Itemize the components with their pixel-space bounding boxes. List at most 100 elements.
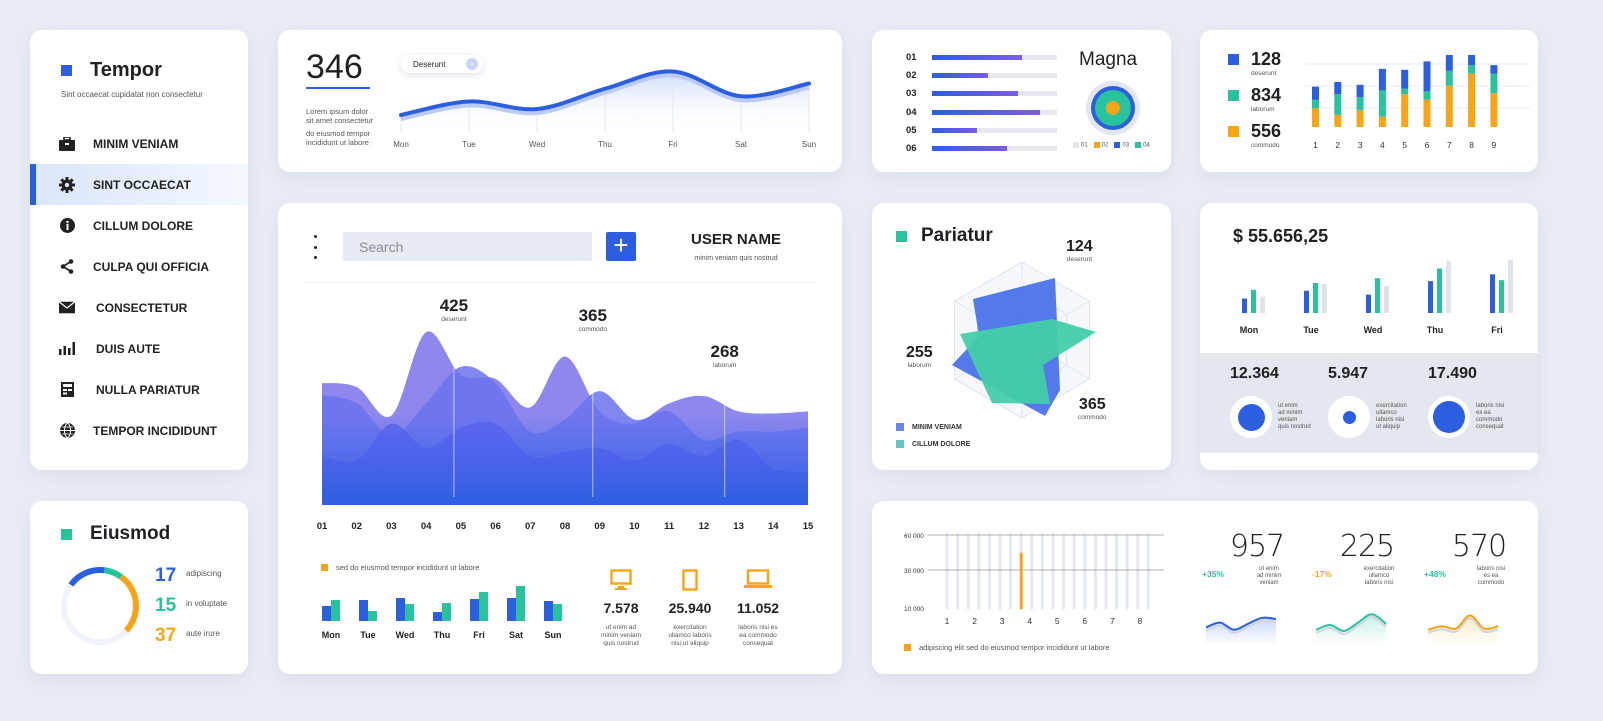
device-stat: 7.578 ut enim ad minim veniam quis nostrud xyxy=(581,569,661,648)
desc-line: exercitation xyxy=(1376,403,1407,409)
stat-label: in voluptate xyxy=(186,599,227,608)
weekly-x-label: Thu xyxy=(598,140,612,149)
stacked-x-label: 9 xyxy=(1492,140,1497,150)
desc-line: ea commodo xyxy=(739,632,777,639)
stacked-segment-laborum xyxy=(1445,70,1453,86)
stacked-bar-chart: 1 2 3 4 5 6 7 8 9 xyxy=(1305,55,1530,150)
weekly-x-label: Mon xyxy=(393,140,409,149)
share-icon xyxy=(59,259,75,275)
legend-label: commodo xyxy=(1251,142,1280,149)
stat-dot xyxy=(1237,403,1265,431)
weekday-bar-blue xyxy=(544,601,553,621)
weekday-bar-teal xyxy=(405,604,414,621)
weekly-x-label: Sat xyxy=(735,140,748,149)
sidebar-item-consectetur[interactable]: CONSECTETUR xyxy=(30,287,248,328)
desc-line: consequat xyxy=(743,640,773,647)
stat-value: 15 xyxy=(155,595,177,616)
legend-text: 128 deserunt xyxy=(1251,50,1281,77)
sidebar-item-culpa-qui-officia[interactable]: CULPA QUI OFFICIA xyxy=(30,246,248,287)
desc-line: ad minim xyxy=(1278,410,1303,416)
money-x-label: Fri xyxy=(1491,325,1503,335)
hbar-track xyxy=(932,109,1057,115)
money-bar-teal xyxy=(1313,283,1318,313)
label-value: 124 xyxy=(1066,238,1093,255)
legend-swatch xyxy=(1228,126,1239,137)
ring-segment-0 xyxy=(68,567,105,587)
eiusmod-ring-chart xyxy=(61,567,139,645)
desc-line: laboris nisi xyxy=(1364,580,1394,586)
desc-line: veniam xyxy=(1278,417,1298,423)
sidebar-item-duis-aute[interactable]: DUIS AUTE xyxy=(30,328,248,369)
money-bar-teal xyxy=(1251,289,1256,313)
sidebar-item-cillum-dolore[interactable]: CILLUM DOLORE xyxy=(30,205,248,246)
dot xyxy=(313,256,317,259)
stacked-card: 128 deserunt 834 laborum 556 commodo 1 2 3 4 5 6 7 8… xyxy=(1200,30,1538,172)
kpi: 570 +48% laboris nisi es ea commodo xyxy=(1424,529,1534,645)
stacked-segment-laborum xyxy=(1468,65,1476,74)
legend-label: adipiscing elit sed do eiusmod tempor in… xyxy=(919,643,1110,652)
more-menu-button[interactable] xyxy=(312,235,318,259)
sidebar-item-label: DUIS AUTE xyxy=(96,341,161,356)
kpi-value: 957 xyxy=(1229,529,1285,564)
weekday-bar-teal xyxy=(479,592,488,621)
laptop-icon xyxy=(718,569,798,593)
pariatur-header: Pariatur xyxy=(896,225,993,247)
brand-title: Tempor xyxy=(90,59,162,81)
legend-swatch xyxy=(1093,142,1100,148)
stacked-segment-laborum xyxy=(1378,90,1386,117)
peak-value: 268 xyxy=(710,342,738,361)
hbar-label: 05 xyxy=(906,124,917,136)
kpi-change: +48% xyxy=(1424,569,1446,579)
money-bar-gray xyxy=(1384,285,1389,313)
stat-ring xyxy=(1328,396,1370,438)
sidebar-item-tempor-incididunt[interactable]: TEMPOR INCIDIDUNT xyxy=(30,410,248,451)
stat-dot xyxy=(1433,401,1465,433)
radar-label-laborum: 255 laborum xyxy=(906,344,933,369)
desc-line: ut enim ad xyxy=(605,624,637,631)
desc-line: quis nostrud xyxy=(603,640,639,647)
sidebar-item-nulla-pariatur[interactable]: NULLA PARIATUR xyxy=(30,369,248,410)
legend-text: 556 commodo xyxy=(1251,122,1281,149)
weekday-x-label: Wed xyxy=(396,630,415,640)
hbar-label: 01 xyxy=(906,52,917,63)
money-card: $ 55.656,25 Mon Tue Wed Thu Fri 12.364 ut eni… xyxy=(1200,203,1538,470)
stacked-segment-deserunt xyxy=(1312,86,1319,100)
hbar-label: 06 xyxy=(906,143,917,154)
peak-label: deserunt xyxy=(441,316,466,323)
legend-swatch xyxy=(1114,142,1121,148)
stat-desc: exercitation ullamco laboris nisi ut aliqui… xyxy=(1376,403,1426,431)
area-x-label: 14 xyxy=(768,521,779,532)
stat-ring xyxy=(1230,396,1272,438)
money-bar-blue xyxy=(1242,298,1247,313)
eiusmod-title: Eiusmod xyxy=(90,523,171,544)
sidebar-item-label: CILLUM DOLORE xyxy=(93,218,193,233)
y-tick-label: 60 000 xyxy=(904,533,924,540)
sidebar-item-minim-veniam[interactable]: MINIM VENIAM xyxy=(30,123,248,164)
hbar-fill xyxy=(932,127,977,133)
weekday-bar-teal xyxy=(516,586,525,621)
info-icon xyxy=(59,218,75,234)
stat-ring xyxy=(1428,396,1470,438)
brand-square-icon xyxy=(61,65,72,76)
radar-label-commodo: 365 commodo xyxy=(1078,396,1107,421)
money-x-label: Thu xyxy=(1427,325,1444,335)
desc-line: laboris nisi es xyxy=(738,624,778,631)
money-stats-panel: 12.364 ut enim ad minim veniam quis nostrud 5… xyxy=(1200,353,1538,453)
sidebar-item-label: CULPA QUI OFFICIA xyxy=(93,259,209,274)
weekday-bar-blue xyxy=(433,612,442,621)
user-subtitle: minim veniam quis nostrud xyxy=(694,255,778,262)
label-value: 255 xyxy=(906,344,933,361)
area-x-label: 10 xyxy=(629,521,640,532)
search-input[interactable] xyxy=(343,232,592,261)
money-stat: 5.947 exercitation ullamco laboris nisi ut a… xyxy=(1328,365,1407,438)
stacked-segment-commodo xyxy=(1356,110,1364,127)
peak-value: 425 xyxy=(440,296,468,315)
sidebar-item-sint-occaecat[interactable]: SINT OCCAECAT xyxy=(30,164,248,205)
stacked-legend-item: 556 commodo xyxy=(1228,122,1281,149)
eiusmod-stat: 15 in voluptate xyxy=(155,595,227,625)
stacked-segment-deserunt xyxy=(1445,55,1453,71)
area-x-label: 06 xyxy=(490,521,501,532)
money-bar-teal xyxy=(1375,278,1380,313)
add-button[interactable]: + xyxy=(606,232,636,261)
hbar-row: 03 xyxy=(906,88,1057,99)
